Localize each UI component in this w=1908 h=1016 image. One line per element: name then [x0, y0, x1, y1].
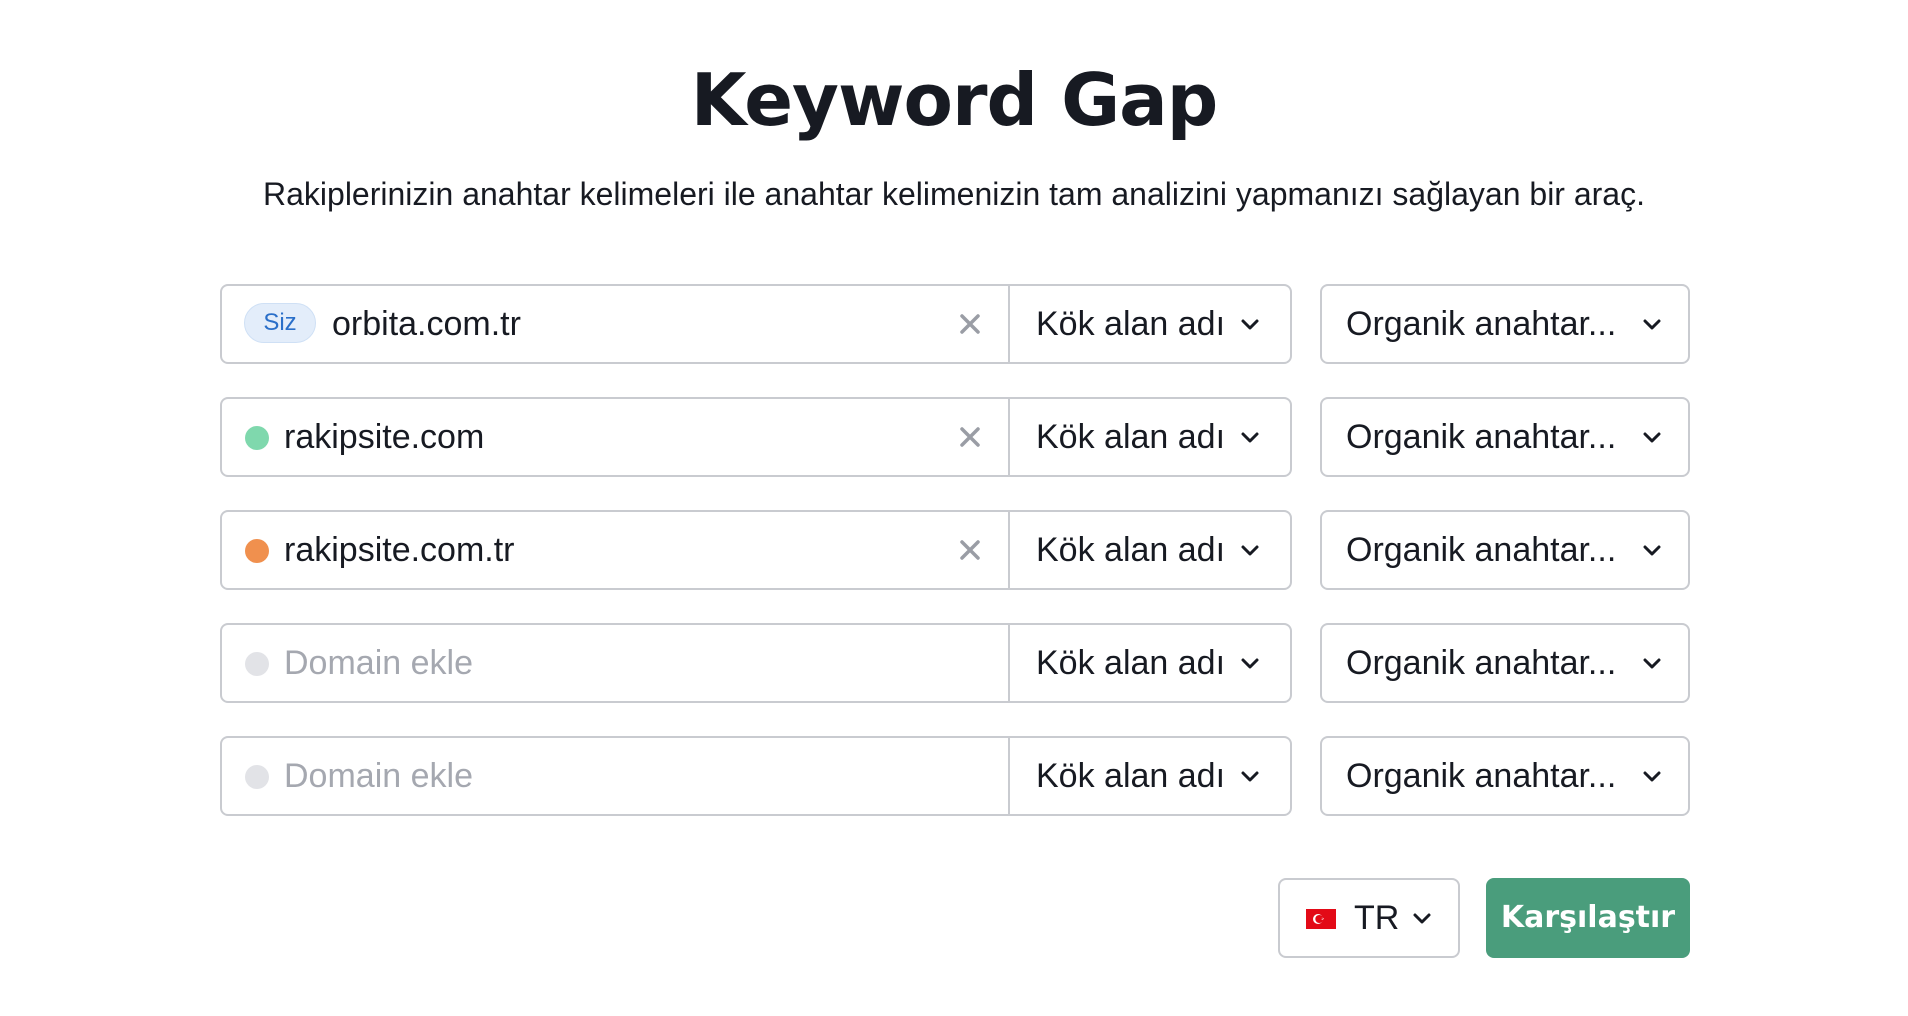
keyword-type-label: Organik anahtar...	[1346, 757, 1617, 795]
domain-field[interactable]	[222, 399, 1010, 475]
scope-dropdown[interactable]: Kök alan adı	[1010, 625, 1290, 701]
keyword-type-label: Organik anahtar...	[1346, 305, 1617, 343]
chevron-down-icon	[1238, 651, 1262, 675]
keyword-type-label: Organik anahtar...	[1346, 644, 1617, 682]
chevron-down-icon	[1238, 312, 1262, 336]
domain-row-you: Siz Kök alan adı Organik anahtar...	[220, 284, 1690, 364]
empty-color-dot	[245, 652, 269, 676]
domain-row-competitor-2: Kök alan adı Organik anahtar...	[220, 510, 1690, 590]
keyword-type-dropdown[interactable]: Organik anahtar...	[1320, 397, 1690, 477]
domain-row-empty-1: Kök alan adı Organik anahtar...	[220, 623, 1690, 703]
scope-label: Kök alan adı	[1036, 305, 1226, 343]
scope-label: Kök alan adı	[1036, 757, 1226, 795]
scope-label: Kök alan adı	[1036, 418, 1226, 456]
domain-input-group: Kök alan adı	[220, 510, 1292, 590]
keyword-type-label: Organik anahtar...	[1346, 531, 1617, 569]
keyword-type-label: Organik anahtar...	[1346, 418, 1617, 456]
keyword-type-dropdown[interactable]: Organik anahtar...	[1320, 510, 1690, 590]
competitor-color-dot	[245, 539, 269, 563]
keyword-type-dropdown[interactable]: Organik anahtar...	[1320, 736, 1690, 816]
chevron-down-icon	[1410, 906, 1434, 930]
domain-row-empty-2: Kök alan adı Organik anahtar...	[220, 736, 1690, 816]
turkey-flag-icon	[1306, 909, 1336, 929]
chevron-down-icon	[1238, 764, 1262, 788]
scope-dropdown[interactable]: Kök alan adı	[1010, 512, 1290, 588]
domain-input-group: Kök alan adı	[220, 623, 1292, 703]
domain-input[interactable]	[332, 286, 972, 362]
page-subtitle: Rakiplerinizin anahtar kelimeleri ile an…	[263, 176, 1645, 212]
database-dropdown[interactable]: TR	[1278, 878, 1460, 958]
chevron-down-icon	[1238, 425, 1262, 449]
clear-icon[interactable]	[952, 532, 988, 568]
scope-label: Kök alan adı	[1036, 531, 1226, 569]
compare-button[interactable]: Karşılaştır	[1486, 878, 1690, 958]
you-badge: Siz	[244, 303, 316, 343]
domain-field[interactable]	[222, 512, 1010, 588]
scope-dropdown[interactable]: Kök alan adı	[1010, 286, 1290, 362]
scope-dropdown[interactable]: Kök alan adı	[1010, 399, 1290, 475]
domain-field[interactable]: Siz	[222, 286, 1010, 362]
domain-input[interactable]	[284, 512, 924, 588]
scope-label: Kök alan adı	[1036, 644, 1226, 682]
domain-input-group: Kök alan adı	[220, 397, 1292, 477]
add-domain-input[interactable]	[284, 738, 924, 814]
chevron-down-icon	[1238, 538, 1262, 562]
page-title: Keyword Gap	[690, 58, 1219, 142]
chevron-down-icon	[1640, 764, 1664, 788]
clear-icon[interactable]	[952, 419, 988, 455]
domain-field[interactable]	[222, 738, 1010, 814]
clear-icon[interactable]	[952, 306, 988, 342]
competitor-color-dot	[245, 426, 269, 450]
keyword-type-dropdown[interactable]: Organik anahtar...	[1320, 623, 1690, 703]
add-domain-input[interactable]	[284, 625, 924, 701]
empty-color-dot	[245, 765, 269, 789]
chevron-down-icon	[1640, 538, 1664, 562]
domain-input-group: Siz Kök alan adı	[220, 284, 1292, 364]
keyword-type-dropdown[interactable]: Organik anahtar...	[1320, 284, 1690, 364]
database-label: TR	[1354, 899, 1400, 937]
domain-field[interactable]	[222, 625, 1010, 701]
chevron-down-icon	[1640, 312, 1664, 336]
domain-row-competitor-1: Kök alan adı Organik anahtar...	[220, 397, 1690, 477]
domain-input[interactable]	[284, 399, 924, 475]
chevron-down-icon	[1640, 425, 1664, 449]
chevron-down-icon	[1640, 651, 1664, 675]
domain-input-group: Kök alan adı	[220, 736, 1292, 816]
scope-dropdown[interactable]: Kök alan adı	[1010, 738, 1290, 814]
